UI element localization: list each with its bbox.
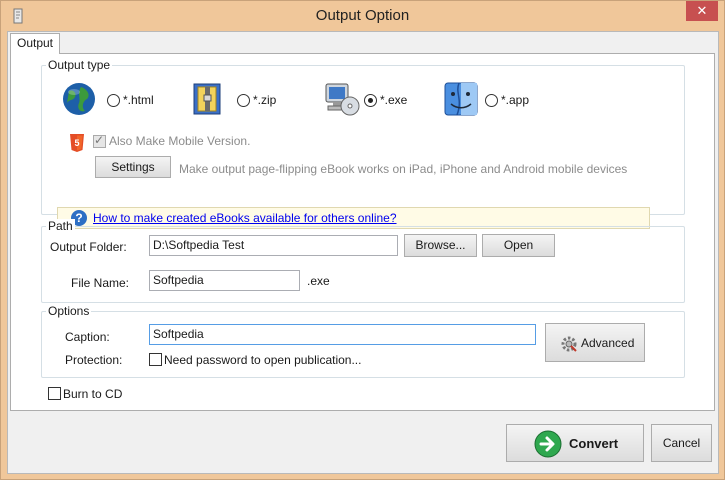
help-link[interactable]: How to make created eBooks available for… [93,211,397,225]
browse-button[interactable]: Browse... [404,234,477,257]
globe-icon [63,83,95,115]
file-name-label: File Name: [71,276,130,290]
advanced-button[interactable]: Advanced [545,323,645,362]
options-label: Options [46,304,92,318]
path-label: Path [46,219,75,233]
radio-app-label: *.app [501,93,530,107]
gear-icon [561,336,577,352]
protection-label: Protection: [65,353,123,367]
output-tab-panel: Output type *.html *.zip *.exe *.app 5 ✓… [10,53,715,411]
burn-to-cd-checkbox[interactable] [48,387,61,400]
radio-html-label: *.html [123,93,154,107]
convert-button[interactable]: Convert [506,424,644,462]
title-bar[interactable]: Output Option ✕ [1,1,724,31]
radio-html[interactable] [107,94,120,107]
caption-input[interactable]: Softpedia [149,324,536,345]
settings-button[interactable]: Settings [95,156,171,178]
file-name-input[interactable]: Softpedia [149,270,300,291]
file-extension-label: .exe [307,274,330,288]
open-button[interactable]: Open [482,234,555,257]
dialog-client-area: Output Output type *.html *.zip *.exe *.… [7,31,719,474]
html5-icon: 5 [70,134,84,152]
output-folder-label: Output Folder: [50,240,127,254]
convert-arrow-icon [534,430,562,458]
mobile-version-checkbox[interactable] [93,133,106,148]
password-checkbox[interactable] [149,353,162,366]
close-button[interactable]: ✕ [686,1,718,21]
output-type-label: Output type [46,58,113,72]
cancel-button[interactable]: Cancel [651,424,712,462]
radio-zip[interactable] [237,94,250,107]
password-label: Need password to open publication... [164,353,362,367]
radio-zip-label: *.zip [253,93,277,107]
output-option-dialog: Output Option ✕ Output Output type *.htm… [0,0,725,480]
window-title: Output Option [315,7,410,24]
mobile-version-label: Also Make Mobile Version. [109,134,251,148]
tab-output[interactable]: Output [10,33,60,54]
svg-text:5: 5 [74,138,79,148]
advanced-label: Advanced [581,336,635,350]
close-icon: ✕ [696,3,708,18]
computer-cd-icon [325,83,360,116]
mobile-hint-text: Make output page-flipping eBook works on… [179,162,628,176]
caption-label: Caption: [65,330,110,344]
burn-to-cd-label: Burn to CD [63,387,123,401]
output-folder-input[interactable]: D:\Softpedia Test [149,235,398,256]
radio-exe[interactable] [364,94,377,107]
zip-archive-icon [193,83,221,115]
convert-label: Convert [569,436,619,451]
radio-app[interactable] [485,94,498,107]
radio-exe-label: *.exe [380,93,408,107]
mac-finder-icon [444,82,478,116]
